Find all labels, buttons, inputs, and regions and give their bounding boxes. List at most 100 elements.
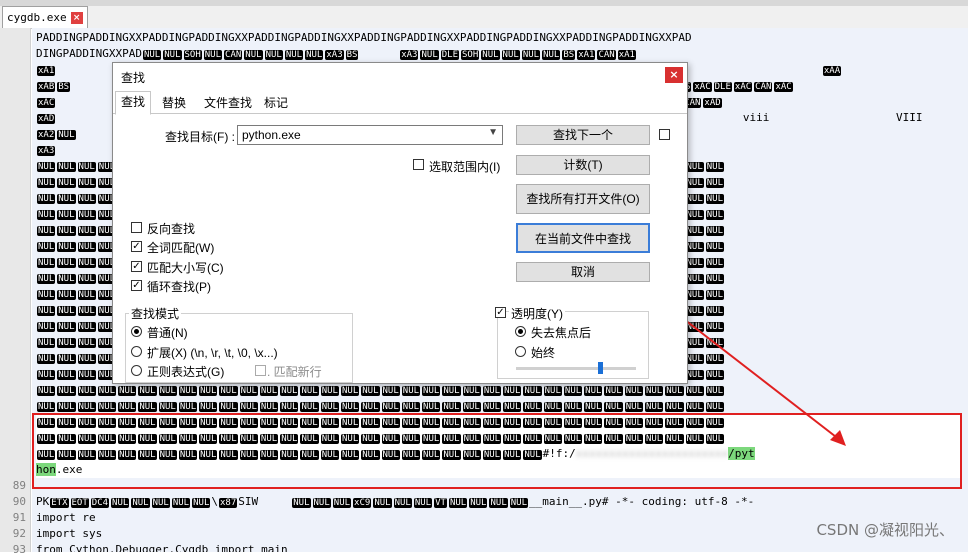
nul-token: NUL (57, 194, 76, 204)
mode-normal-radio[interactable] (131, 326, 142, 337)
nul-token: NUL (705, 258, 725, 268)
nul-token: NUL (138, 418, 157, 428)
nul-token: NUL (57, 242, 76, 252)
nul-token: NUL (340, 418, 360, 428)
match-case-checkbox[interactable]: ✓ (131, 261, 142, 272)
nul-token: NUL (57, 370, 76, 380)
cancel-button[interactable]: 取消 (516, 262, 650, 282)
nul-token: NUL (57, 338, 76, 348)
trans-on-lose-focus-radio[interactable] (515, 326, 526, 337)
line-number: 91 (12, 511, 26, 524)
nul-token: NUL (644, 402, 664, 412)
nul-token: NUL (482, 386, 502, 396)
backward-search-checkbox[interactable] (131, 222, 142, 233)
nul-token: NUL (239, 386, 258, 396)
nul-token: NUL (57, 162, 76, 172)
find-input[interactable]: python.exe ▼ (237, 125, 503, 145)
nul-token: NUL (705, 322, 725, 332)
tab-find-in-files[interactable]: 文件查找 (199, 93, 257, 113)
nul-token: NUL (37, 354, 56, 364)
nul-token: NUL (77, 242, 96, 252)
nul-token: NUL (77, 338, 96, 348)
nul-token: NUL (118, 386, 137, 396)
close-icon[interactable]: × (665, 67, 683, 83)
transparency-label: 透明度(Y) (509, 305, 565, 322)
nul-token: NUL (97, 402, 117, 412)
code-line-selected: NUL NUL NUL NUL NUL NUL NUL NUL NUL NUL NUL NUL NUL N… (36, 446, 962, 463)
nul-token: NUL (543, 434, 562, 444)
nul-token: NUL (340, 450, 360, 460)
code-line: from Cython.Debugger.Cygdb import main (36, 543, 288, 552)
nul-token: NUL (280, 434, 299, 444)
backward-search-label: 反向查找 (147, 222, 196, 236)
nul-token: NUL (644, 434, 664, 444)
tab-cygdb-exe[interactable]: cygdb.exe × (2, 6, 88, 28)
nul-token: NUL (705, 370, 725, 380)
nul-token: NUL (57, 226, 76, 236)
nul-token: NUL (624, 434, 643, 444)
nul-token: NUL (685, 338, 704, 348)
count-button[interactable]: 计数(T) (516, 155, 650, 175)
nul-token: NUL (361, 450, 380, 460)
nul-token: NUL (57, 178, 76, 188)
find-next-option-checkbox[interactable] (659, 129, 670, 140)
code-line: xA3 (37, 146, 56, 156)
find-next-button[interactable]: 查找下一个 (516, 125, 650, 145)
nul-token: NUL (705, 274, 725, 284)
nul-token: NUL (239, 434, 258, 444)
nul-token: NUL (158, 402, 177, 412)
find-all-current-file-button[interactable]: 在当前文件中查找 (516, 223, 650, 253)
nul-token: NUL (584, 418, 603, 428)
trans-always-radio[interactable] (515, 346, 526, 357)
nul-token: NUL (361, 402, 380, 412)
mode-extended-radio[interactable] (131, 346, 142, 357)
match-newline-label: . 匹配新行 (267, 365, 322, 379)
nul-token: NUL (280, 450, 299, 460)
nul-token: NUL (604, 402, 623, 412)
nul-token: NUL (543, 402, 562, 412)
code-line: PADDINGPADDINGXXPADDINGPADDINGXXPADDINGP… (36, 31, 692, 44)
in-selection-checkbox[interactable] (413, 159, 424, 170)
nul-token: NUL (381, 386, 400, 396)
nul-token: NUL (685, 258, 704, 268)
whole-word-checkbox[interactable]: ✓ (131, 241, 142, 252)
nul-token: NUL (442, 450, 461, 460)
nul-token: NUL (624, 402, 643, 412)
nul-token: NUL (300, 450, 319, 460)
nul-token: NUL (219, 386, 238, 396)
line-number: 89 (12, 479, 26, 492)
nul-token: NUL (482, 450, 502, 460)
nul-token: NUL (523, 450, 542, 460)
dialog-title-bar[interactable]: 查找 × (113, 63, 687, 89)
chevron-down-icon[interactable]: ▼ (488, 127, 498, 138)
nul-token: NUL (361, 434, 380, 444)
nul-token: NUL (685, 242, 704, 252)
line-number: 90 (12, 495, 26, 508)
tab-label: cygdb.exe (7, 10, 67, 24)
nul-token: NUL (178, 386, 198, 396)
nul-token: NUL (685, 194, 704, 204)
nul-token: NUL (37, 450, 56, 460)
match-newline-checkbox[interactable] (255, 365, 266, 376)
tab-find[interactable]: 查找 (115, 91, 152, 115)
nul-token: NUL (381, 450, 400, 460)
transparency-checkbox[interactable]: ✓ (495, 307, 506, 318)
nul-token: NUL (361, 418, 380, 428)
trans-always-label: 始终 (531, 346, 556, 360)
find-all-open-files-button[interactable]: 查找所有打开文件(O) (516, 184, 650, 214)
tab-replace[interactable]: 替换 (157, 93, 191, 113)
nul-token: NUL (138, 386, 157, 396)
transparency-slider-thumb[interactable] (598, 362, 603, 374)
mode-regex-radio[interactable] (131, 365, 142, 376)
nul-token: NUL (37, 306, 56, 316)
nul-token: NUL (300, 418, 319, 428)
tab-mark[interactable]: 标记 (259, 93, 293, 113)
mode-normal-label: 普通(N) (147, 326, 188, 340)
transparency-slider-track[interactable] (516, 367, 636, 370)
nul-token: NUL (37, 258, 56, 268)
in-selection-label: 选取范围内(I) (429, 160, 501, 174)
nul-token: NUL (563, 434, 583, 444)
tab-close-icon[interactable]: × (70, 11, 83, 24)
wrap-around-checkbox[interactable]: ✓ (131, 280, 142, 291)
window-top-edge (0, 0, 968, 6)
